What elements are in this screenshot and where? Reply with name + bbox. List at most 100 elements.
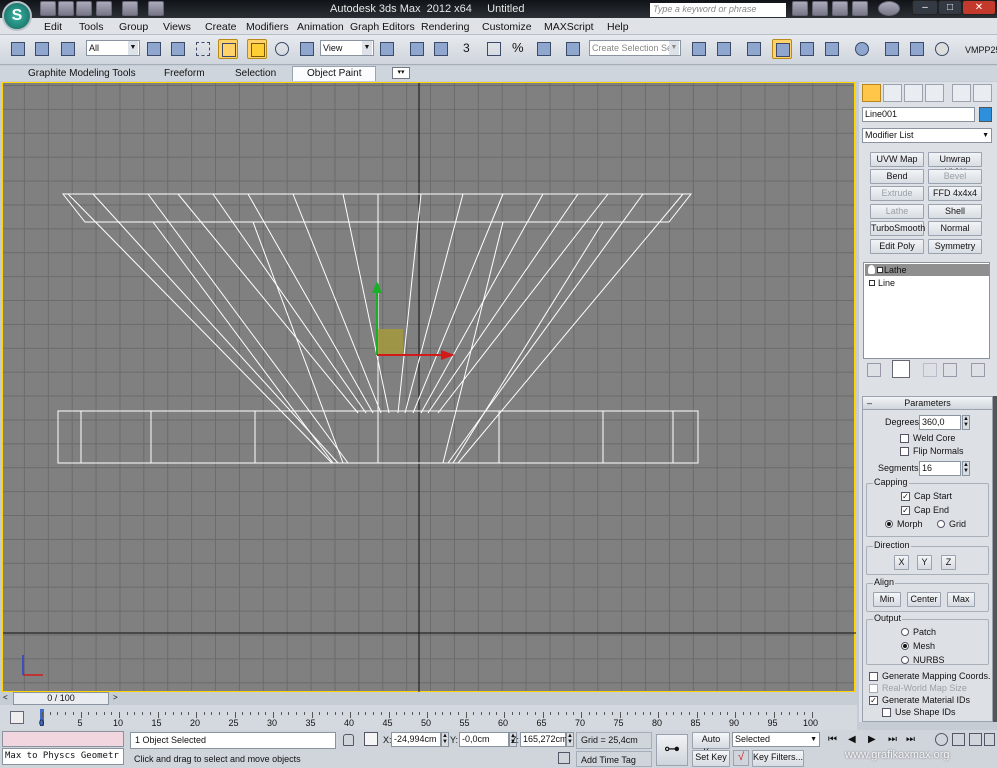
mesh-radio[interactable]: [901, 642, 909, 650]
x-coord-spinner[interactable]: ▲ ▼: [441, 732, 449, 747]
prev-frame-icon[interactable]: ◀: [848, 734, 856, 745]
cap-start-checkbox[interactable]: ✓: [901, 492, 910, 501]
undo-icon[interactable]: [96, 1, 112, 16]
menu-rendering[interactable]: Rendering: [421, 21, 469, 33]
direction-x-button[interactable]: X: [894, 555, 909, 570]
expand-icon[interactable]: [877, 267, 883, 273]
menu-edit[interactable]: Edit: [44, 21, 62, 33]
weld-core-checkbox[interactable]: [900, 434, 909, 443]
object-name-field[interactable]: Line001: [862, 107, 975, 122]
z-coord-field[interactable]: 165,272cm: [520, 732, 568, 747]
search-input[interactable]: Type a keyword or phrase: [650, 3, 786, 17]
configure-sets-icon[interactable]: [971, 363, 985, 377]
tab-object-paint[interactable]: Object Paint: [292, 66, 377, 81]
auto-key-button[interactable]: Auto Key: [692, 732, 730, 757]
menu-modifiers[interactable]: Modifiers: [246, 21, 289, 33]
save-file-icon[interactable]: [76, 1, 92, 16]
lathe-button[interactable]: Lathe: [870, 204, 924, 219]
create-tab-icon[interactable]: [862, 84, 881, 102]
new-file-icon[interactable]: [40, 1, 56, 16]
add-time-tag-field[interactable]: Add Time Tag: [576, 751, 652, 767]
render-setup-icon[interactable]: [882, 39, 902, 59]
direction-z-button[interactable]: Z: [941, 555, 956, 570]
morph-radio[interactable]: [885, 520, 893, 528]
project-folder-icon[interactable]: [148, 1, 164, 16]
edit-named-selection-icon[interactable]: [563, 39, 583, 59]
listener-pink-field[interactable]: [2, 731, 124, 747]
layer-manager-icon[interactable]: [744, 39, 764, 59]
manipulate-icon[interactable]: [407, 39, 427, 59]
select-by-name-icon[interactable]: [168, 39, 188, 59]
flip-normals-checkbox[interactable]: [900, 447, 909, 456]
snaps-toggle-icon[interactable]: 3: [461, 39, 481, 59]
curve-editor-mini-icon[interactable]: [10, 711, 24, 724]
parameters-rollout-header[interactable]: – Parameters: [863, 397, 992, 410]
bend-button[interactable]: Bend: [870, 169, 924, 184]
extrude-button[interactable]: Extrude: [870, 186, 924, 201]
zoom-icon[interactable]: [935, 733, 948, 746]
grid-radio[interactable]: [937, 520, 945, 528]
ribbon-options-icon[interactable]: ▾▾: [392, 67, 410, 79]
bevel-button[interactable]: Bevel: [928, 169, 982, 184]
play-icon[interactable]: ▶: [868, 734, 876, 745]
app-logo-icon[interactable]: S: [2, 1, 32, 31]
direction-y-button[interactable]: Y: [917, 555, 932, 570]
maximize-viewport-icon[interactable]: [984, 733, 995, 746]
key-filters-button[interactable]: Key Filters...: [752, 750, 804, 767]
time-slider-thumb[interactable]: 0 / 100: [13, 692, 109, 705]
stack-item-line[interactable]: Line: [865, 277, 989, 289]
align-min-button[interactable]: Min: [873, 592, 901, 607]
goto-end-icon[interactable]: ⏭: [906, 734, 915, 745]
binoculars-icon[interactable]: [792, 1, 808, 16]
minimize-button[interactable]: –: [912, 0, 938, 15]
display-tab-icon[interactable]: [952, 84, 971, 102]
tab-freeform[interactable]: Freeform: [164, 68, 205, 79]
schematic-view-icon[interactable]: [822, 39, 842, 59]
panel-scrollbar[interactable]: [993, 396, 997, 722]
favorites-star-icon[interactable]: [852, 1, 868, 16]
modifier-stack[interactable]: Lathe Line: [863, 262, 990, 359]
make-unique-icon[interactable]: [923, 363, 937, 377]
material-editor-icon[interactable]: [852, 39, 872, 59]
zoom-extents-icon[interactable]: [969, 733, 982, 746]
bind-space-warp-icon[interactable]: [58, 39, 78, 59]
menu-graph-editors[interactable]: Graph Editors: [350, 21, 415, 33]
subscription-icon[interactable]: [812, 1, 828, 16]
select-object-icon[interactable]: [144, 39, 164, 59]
render-production-icon[interactable]: [932, 39, 952, 59]
keyboard-shortcut-icon[interactable]: [431, 39, 451, 59]
percent-snap-icon[interactable]: %: [509, 39, 529, 59]
set-key-button[interactable]: Set Key: [692, 750, 730, 767]
hierarchy-tab-icon[interactable]: [904, 84, 923, 102]
menu-maxscript[interactable]: MAXScript: [544, 21, 594, 33]
gen-mat-ids-checkbox[interactable]: ✓: [869, 696, 878, 705]
maxscript-listener-field[interactable]: Max to Physcs Geometr: [2, 748, 124, 765]
zoom-all-icon[interactable]: [952, 733, 965, 746]
next-frame-icon[interactable]: ⏭: [888, 734, 897, 745]
modify-tab-icon[interactable]: [883, 84, 902, 102]
link-icon[interactable]: [8, 39, 28, 59]
z-coord-spinner[interactable]: ▲ ▼: [566, 732, 574, 747]
x-coord-field[interactable]: -24,994cm: [391, 732, 441, 747]
menu-help[interactable]: Help: [607, 21, 629, 33]
move-gizmo[interactable]: [372, 281, 455, 360]
close-button[interactable]: ✕: [962, 0, 996, 15]
modifier-list-dropdown[interactable]: Modifier List ▼: [862, 128, 992, 143]
stack-item-lathe[interactable]: Lathe: [865, 264, 989, 276]
lightbulb-icon[interactable]: [868, 265, 875, 274]
menu-animation[interactable]: Animation: [297, 21, 344, 33]
real-world-checkbox[interactable]: [869, 684, 878, 693]
uvw-map-button[interactable]: UVW Map: [870, 152, 924, 167]
reference-coord-dropdown[interactable]: View ▼: [320, 40, 374, 56]
graphite-toggle-icon[interactable]: [772, 39, 792, 59]
maximize-button[interactable]: □: [938, 0, 962, 15]
unwrap-uvw-button[interactable]: Unwrap UVW: [928, 152, 982, 177]
angle-snap-icon[interactable]: [484, 39, 504, 59]
tab-selection[interactable]: Selection: [235, 68, 276, 79]
expand-icon[interactable]: [869, 280, 875, 286]
menu-views[interactable]: Views: [163, 21, 191, 33]
goto-start-icon[interactable]: ⏮: [828, 734, 837, 745]
create-selection-set-dropdown[interactable]: Create Selection Se ▼: [589, 40, 681, 56]
turbosmooth-button[interactable]: TurboSmooth: [870, 221, 925, 236]
ffd-button[interactable]: FFD 4x4x4: [928, 186, 982, 201]
